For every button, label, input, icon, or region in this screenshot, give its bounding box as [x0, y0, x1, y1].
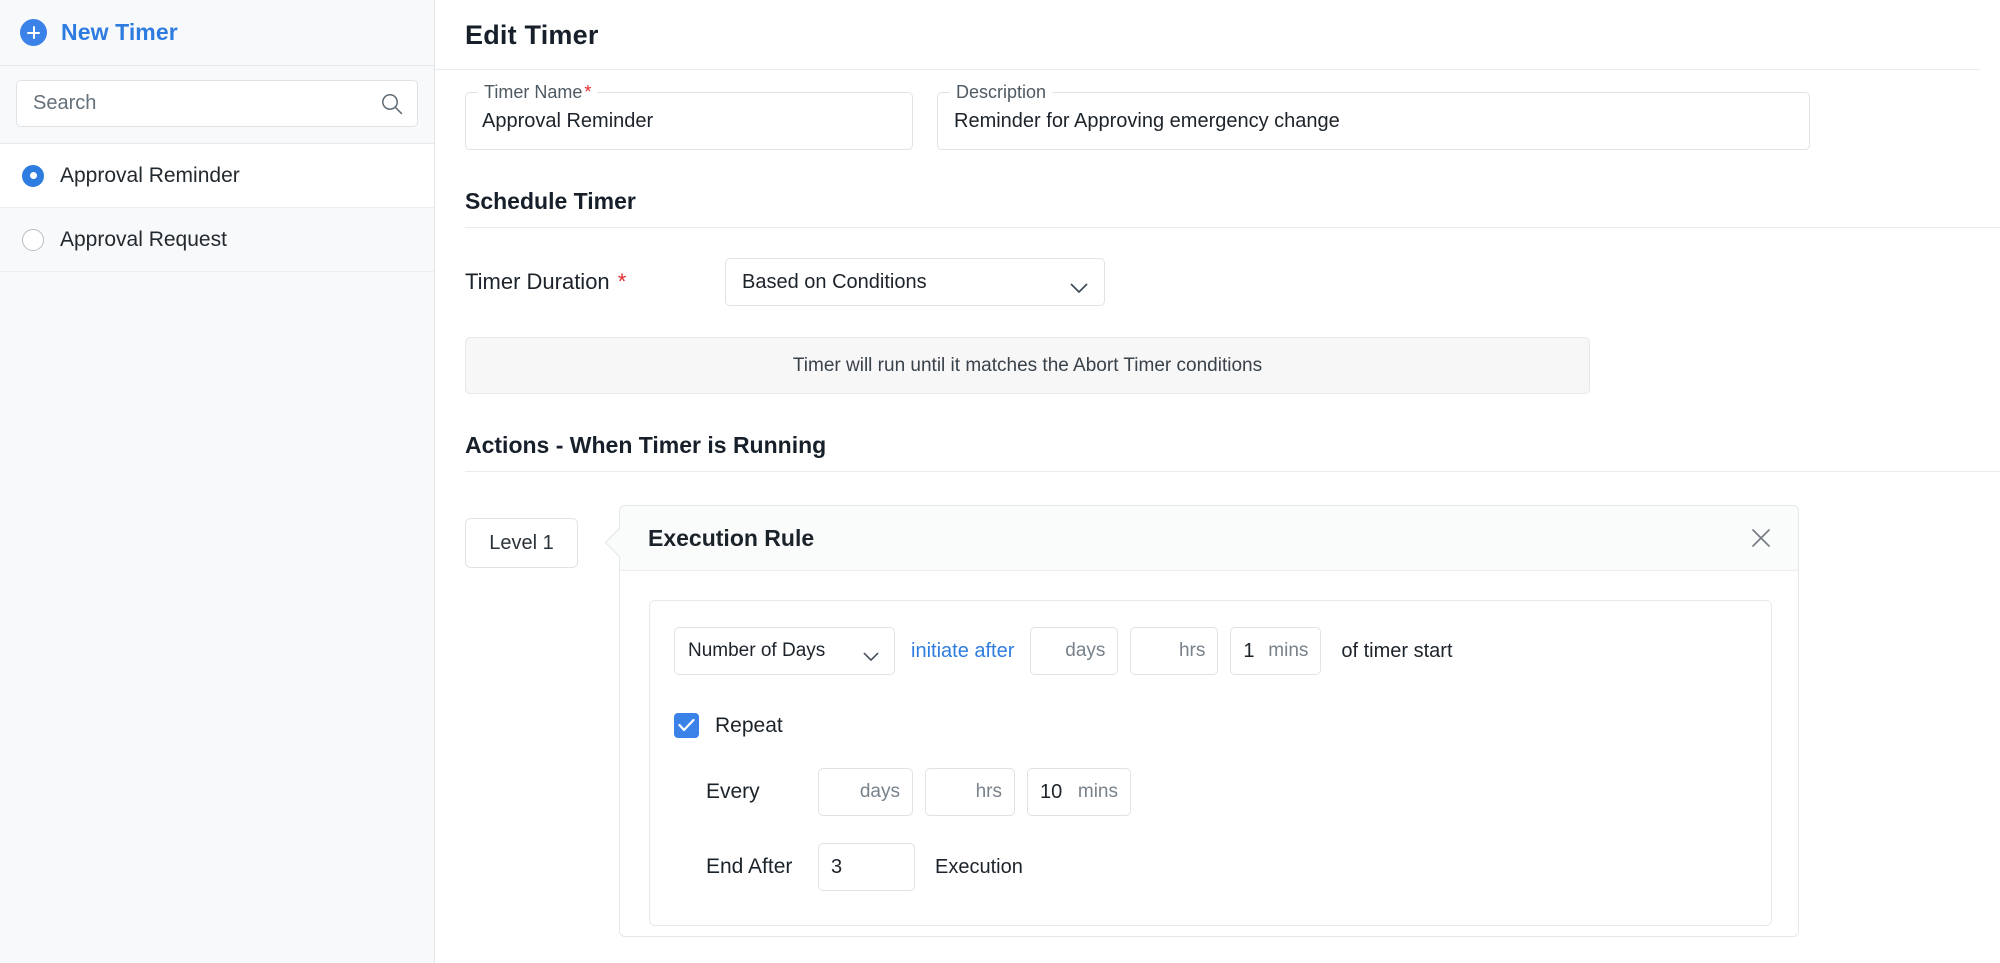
every-mins-input[interactable]: 10 mins — [1027, 768, 1131, 816]
description-value[interactable]: Reminder for Approving emergency change — [938, 93, 1809, 149]
rule-type-select[interactable]: Number of Days — [674, 627, 895, 675]
actions-divider — [465, 471, 2000, 472]
app-root: New Timer Approval Reminder Approv — [0, 0, 2000, 963]
timer-duration-selected-value: Based on Conditions — [742, 271, 927, 294]
new-timer-label: New Timer — [61, 19, 178, 46]
chevron-down-icon — [863, 646, 881, 657]
search-input[interactable] — [17, 81, 417, 126]
actions-section: Actions - When Timer is Running — [435, 432, 2000, 472]
timer-duration-label-text: Timer Duration — [465, 269, 610, 294]
schedule-timer-section: Schedule Timer — [435, 188, 2000, 228]
start-mins-unit: mins — [1268, 640, 1308, 662]
execution-rule-card: Number of Days initiate after — [649, 600, 1772, 926]
start-days-unit: days — [1065, 640, 1105, 662]
radio-selected-icon[interactable] — [22, 165, 44, 187]
timer-name-field[interactable]: Timer Name* Approval Reminder — [465, 92, 913, 150]
new-timer-button[interactable]: New Timer — [0, 0, 434, 66]
end-after-row: End After 3 Execution — [706, 843, 1747, 891]
every-days-unit: days — [860, 781, 900, 803]
execution-rule-title: Execution Rule — [648, 525, 814, 552]
timer-duration-row: Timer Duration * Based on Conditions — [435, 258, 2000, 306]
list-item[interactable]: Approval Reminder — [0, 144, 434, 208]
description-field[interactable]: Description Reminder for Approving emerg… — [937, 92, 1810, 150]
sidebar: New Timer Approval Reminder Approv — [0, 0, 435, 963]
search-box[interactable] — [16, 80, 418, 127]
initiate-after-link[interactable]: initiate after — [907, 640, 1018, 663]
every-mins-unit: mins — [1078, 781, 1118, 803]
tab-level-1[interactable]: Level 1 — [465, 518, 578, 568]
required-asterisk: * — [584, 82, 591, 102]
level-area: Level 1 Execution Rule — [435, 505, 2000, 937]
timer-name-legend-text: Timer Name — [484, 82, 582, 102]
start-days-input[interactable]: days — [1030, 627, 1118, 675]
execution-label: Execution — [935, 856, 1023, 879]
every-hrs-input[interactable]: hrs — [925, 768, 1015, 816]
plus-circle-icon — [20, 19, 47, 46]
main-content: Edit Timer Timer Name* Approval Reminder… — [435, 0, 2000, 963]
end-after-label: End After — [706, 855, 806, 879]
close-icon[interactable] — [1750, 527, 1772, 549]
start-mins-value: 1 — [1243, 640, 1260, 663]
timer-duration-label: Timer Duration * — [465, 269, 725, 295]
abort-timer-info-text: Timer will run until it matches the Abor… — [793, 355, 1262, 377]
actions-heading: Actions - When Timer is Running — [465, 432, 2000, 471]
description-label: Description — [950, 82, 1052, 103]
page-title: Edit Timer — [435, 0, 2000, 51]
rule-start-row: Number of Days initiate after — [674, 627, 1747, 675]
timer-list: Approval Reminder Approval Request — [0, 144, 434, 963]
abort-timer-info-banner: Timer will run until it matches the Abor… — [465, 337, 1590, 394]
start-hrs-unit: hrs — [1179, 640, 1205, 662]
timer-duration-select[interactable]: Based on Conditions — [725, 258, 1105, 306]
list-item-label: Approval Request — [60, 228, 227, 252]
radio-unselected-icon[interactable] — [22, 229, 44, 251]
schedule-timer-heading: Schedule Timer — [465, 188, 2000, 227]
top-fields-row: Timer Name* Approval Reminder Descriptio… — [435, 70, 2000, 150]
execution-rule-panel: Execution Rule Number of Days — [619, 505, 1799, 937]
every-row: Every days hrs 10 mins — [706, 768, 1747, 816]
list-item[interactable]: Approval Request — [0, 208, 434, 272]
every-label: Every — [706, 780, 806, 804]
repeat-checkbox[interactable] — [674, 713, 699, 738]
schedule-divider — [465, 227, 2000, 228]
every-mins-value: 10 — [1040, 781, 1070, 804]
chevron-down-icon — [1070, 277, 1088, 288]
list-item-label: Approval Reminder — [60, 164, 240, 188]
rule-type-value: Number of Days — [688, 640, 825, 662]
required-asterisk: * — [618, 269, 627, 294]
start-hrs-input[interactable]: hrs — [1130, 627, 1218, 675]
end-after-input[interactable]: 3 — [818, 843, 915, 891]
every-hrs-unit: hrs — [976, 781, 1002, 803]
timer-name-label: Timer Name* — [478, 82, 597, 103]
every-days-input[interactable]: days — [818, 768, 913, 816]
search-container — [0, 66, 434, 144]
repeat-label: Repeat — [715, 714, 783, 738]
repeat-row: Repeat — [674, 713, 1747, 738]
start-mins-input[interactable]: 1 mins — [1230, 627, 1321, 675]
execution-rule-header: Execution Rule — [620, 506, 1798, 571]
execution-rule-body: Number of Days initiate after — [620, 571, 1798, 926]
of-timer-start-text: of timer start — [1341, 640, 1452, 663]
